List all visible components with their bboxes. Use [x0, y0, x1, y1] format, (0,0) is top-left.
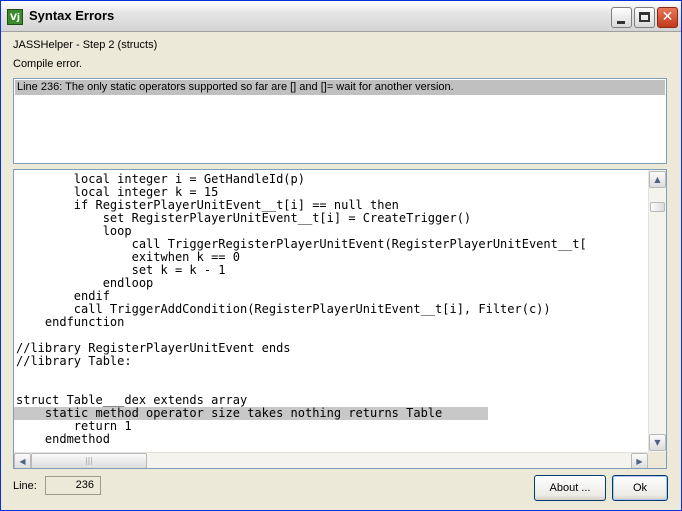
minimize-icon [617, 21, 625, 24]
scrollbar-corner [648, 452, 666, 468]
vertical-scroll-thumb[interactable] [650, 202, 665, 212]
scroll-right-button[interactable]: ▶ [631, 453, 648, 468]
chevron-down-icon: ▼ [654, 438, 661, 447]
minimize-button[interactable] [611, 7, 632, 28]
scroll-up-button[interactable]: ▲ [649, 171, 666, 188]
close-icon: ✕ [661, 9, 674, 25]
code-viewer[interactable]: local integer i = GetHandleId(p) local i… [13, 169, 667, 469]
code-text-area[interactable]: local integer i = GetHandleId(p) local i… [14, 170, 648, 452]
syntax-errors-window: Vj Syntax Errors ✕ JASSHelper - Step 2 (… [0, 0, 682, 511]
scroll-down-button[interactable]: ▼ [649, 434, 666, 451]
maximize-icon [639, 12, 650, 22]
code-line: //library Table: [16, 354, 132, 368]
scroll-left-button[interactable]: ◀ [14, 453, 31, 468]
about-button[interactable]: About ... [534, 475, 606, 501]
step-label: JASSHelper - Step 2 (structs) [13, 39, 158, 51]
horizontal-scrollbar[interactable]: ◀ ||| ▶ [14, 452, 648, 468]
error-item[interactable]: Line 236: The only static operators supp… [15, 80, 665, 95]
line-number-field: 236 [45, 476, 101, 495]
code-line: endmethod [16, 432, 110, 446]
status-label: Compile error. [13, 58, 83, 70]
maximize-button[interactable] [634, 7, 655, 28]
errors-list[interactable]: Line 236: The only static operators supp… [13, 78, 667, 164]
horizontal-scroll-thumb[interactable]: ||| [31, 453, 147, 468]
ok-button[interactable]: Ok [612, 475, 668, 501]
window-title: Syntax Errors [29, 8, 115, 23]
close-button[interactable]: ✕ [657, 7, 678, 28]
chevron-left-icon: ◀ [19, 457, 26, 466]
code-line: endfunction [16, 315, 125, 329]
line-label: Line: [13, 480, 37, 492]
app-icon: Vj [7, 9, 23, 25]
vertical-scrollbar[interactable]: ▲ ▼ [648, 170, 666, 452]
title-bar[interactable]: Vj Syntax Errors ✕ [1, 1, 681, 32]
chevron-up-icon: ▲ [654, 175, 661, 184]
grip-icon: ||| [84, 456, 94, 465]
chevron-right-icon: ▶ [636, 457, 643, 466]
